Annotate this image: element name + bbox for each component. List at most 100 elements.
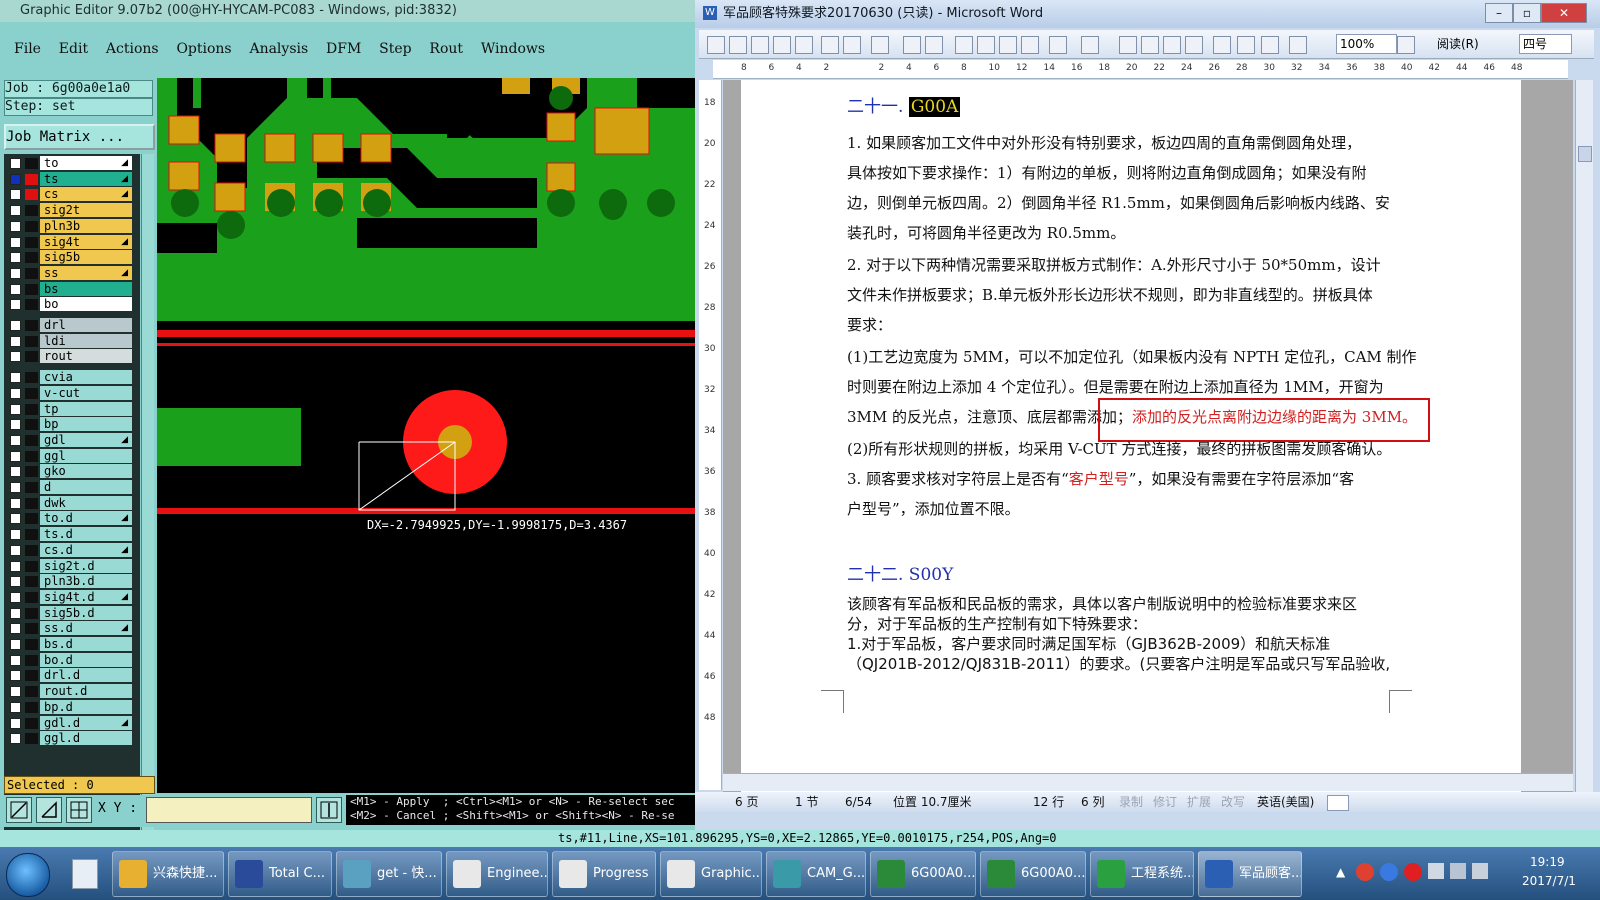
layer-row[interactable]: ss.d ◢	[4, 621, 140, 636]
start-button[interactable]	[6, 853, 50, 897]
layer-checkbox[interactable]	[10, 267, 21, 279]
layer-name[interactable]: gdl	[40, 432, 132, 447]
word-vertical-scrollbar[interactable]	[1575, 80, 1593, 792]
layer-name[interactable]: bp	[40, 417, 132, 432]
layer-name[interactable]: sig5b	[40, 250, 132, 265]
layer-name[interactable]: dwk	[40, 495, 132, 510]
layer-name[interactable]: tp	[40, 401, 132, 416]
taskbar-item[interactable]: 军品顾客...	[1198, 851, 1302, 897]
layer-row[interactable]: sig5b.d	[4, 605, 140, 621]
clock-time[interactable]: 19:19	[1530, 855, 1565, 869]
layer-checkbox[interactable]	[10, 497, 21, 509]
layer-name[interactable]: gko	[40, 464, 132, 479]
status-record[interactable]: 录制	[1119, 792, 1143, 812]
layer-checkbox[interactable]	[10, 299, 21, 311]
layer-checkbox[interactable]	[10, 403, 21, 415]
layer-checkbox[interactable]	[10, 387, 21, 399]
layer-checkbox[interactable]	[10, 639, 21, 650]
tray-expand-icon[interactable]: ▲	[1336, 865, 1345, 879]
layer-checkbox[interactable]	[10, 173, 21, 185]
layer-row[interactable]: drl	[4, 318, 140, 333]
show-hide-icon[interactable]	[1289, 36, 1307, 54]
document-map-icon[interactable]	[1261, 36, 1279, 54]
layer-checkbox[interactable]	[10, 434, 21, 446]
layer-row[interactable]: sig2t.d	[4, 558, 140, 574]
layer-checkbox[interactable]	[10, 236, 21, 248]
pcb-canvas[interactable]: DX=-2.7949925,DY=-1.9998175,D=3.4367	[157, 78, 695, 793]
layer-name[interactable]: ss.d	[40, 621, 132, 636]
xy-input[interactable]	[146, 797, 312, 823]
layer-name[interactable]: drl.d	[40, 668, 132, 683]
print-preview-icon[interactable]	[843, 36, 861, 54]
insert-excel-icon[interactable]	[1185, 36, 1203, 54]
layer-checkbox[interactable]	[10, 320, 21, 331]
status-overwrite[interactable]: 改写	[1221, 792, 1245, 812]
layer-checkbox[interactable]	[10, 623, 21, 635]
save-icon[interactable]	[751, 36, 769, 54]
layer-row[interactable]: ts ◢	[4, 171, 140, 187]
layer-row[interactable]: cs ◢	[4, 187, 140, 202]
paste-icon[interactable]	[999, 36, 1017, 54]
layer-row[interactable]: v-cut	[4, 385, 140, 401]
layer-name[interactable]: sig5b.d	[40, 605, 132, 620]
layer-checkbox[interactable]	[10, 717, 21, 729]
layer-row[interactable]: bs.d	[4, 637, 140, 652]
menu-dfm[interactable]: DFM	[326, 36, 361, 62]
layer-name[interactable]: sig4t	[40, 234, 132, 249]
layer-checkbox[interactable]	[10, 205, 21, 217]
tray-app-icon[interactable]	[1356, 863, 1374, 881]
new-document-icon[interactable]	[707, 36, 725, 54]
layer-row[interactable]: ggl	[4, 448, 140, 464]
layer-row[interactable]: sig4t ◢	[4, 234, 140, 250]
layer-row[interactable]: drl.d	[4, 668, 140, 683]
flag-icon[interactable]	[1428, 863, 1444, 879]
layer-row[interactable]: sig4t.d ◢	[4, 589, 140, 605]
layer-checkbox[interactable]	[10, 513, 21, 525]
line-tool-button[interactable]	[6, 797, 32, 823]
horizontal-ruler[interactable]: 8 6 4 2 2 4 6 8 10 12 14 16 18 20 22 24 26 28 30 32 34 36 38 40…	[713, 60, 1568, 79]
help-icon[interactable]	[1397, 36, 1415, 54]
format-painter-icon[interactable]	[1021, 36, 1039, 54]
layer-name[interactable]: ss	[40, 265, 132, 280]
layer-checkbox[interactable]	[10, 482, 21, 493]
angle-tool-button[interactable]	[36, 797, 62, 823]
copy-icon[interactable]	[977, 36, 995, 54]
columns-icon[interactable]	[1213, 36, 1231, 54]
document-area[interactable]: 二十一. G00A 1. 如果顾客加工文件中对外形没有特别要求，板边四周的直角需…	[723, 80, 1573, 792]
maximize-button[interactable]: ▫	[1513, 3, 1541, 23]
layer-name[interactable]: to	[40, 156, 132, 170]
layer-name[interactable]: rout.d	[40, 684, 132, 699]
taskbar-item[interactable]: Progress	[552, 851, 656, 897]
taskbar-item[interactable]: 6G00A0...	[870, 851, 976, 897]
layer-name[interactable]: ts	[40, 171, 132, 186]
layer-checkbox[interactable]	[10, 701, 21, 713]
layer-name[interactable]: to.d	[40, 511, 132, 526]
layer-name[interactable]: pln3b	[40, 218, 132, 233]
pinned-app-button[interactable]	[66, 853, 102, 893]
layer-row[interactable]: to ◢	[4, 156, 140, 171]
layer-row[interactable]: sig5b	[4, 250, 140, 265]
layer-row[interactable]: rout	[4, 349, 140, 364]
layer-name[interactable]: sig2t.d	[40, 558, 132, 573]
layer-checkbox[interactable]	[10, 189, 21, 201]
layer-checkbox[interactable]	[10, 560, 21, 572]
layer-checkbox[interactable]	[10, 283, 21, 295]
tray-app-icon[interactable]	[1380, 863, 1398, 881]
traditional-chinese-icon[interactable]	[871, 36, 889, 54]
menu-analysis[interactable]: Analysis	[249, 36, 308, 62]
taskbar-item[interactable]: get - 快...	[336, 851, 442, 897]
document-page[interactable]: 二十一. G00A 1. 如果顾客加工文件中对外形没有特别要求，板边四周的直角需…	[741, 80, 1521, 792]
layer-name[interactable]: ldi	[40, 333, 132, 348]
word-titlebar[interactable]: W 军品顾客特殊要求20170630 (只读) - Microsoft Word…	[695, 0, 1600, 28]
layer-row[interactable]: bp.d	[4, 699, 140, 715]
layer-checkbox[interactable]	[10, 220, 21, 232]
taskbar-item[interactable]: CAM_G...	[766, 851, 866, 897]
grid-tool-button[interactable]	[66, 797, 92, 823]
layer-checkbox[interactable]	[10, 607, 21, 619]
menu-actions[interactable]: Actions	[106, 36, 159, 62]
layer-checkbox[interactable]	[10, 419, 21, 431]
menu-edit[interactable]: Edit	[59, 36, 88, 62]
network-icon[interactable]	[1450, 863, 1466, 879]
word-horizontal-scrollbar[interactable]	[723, 773, 1573, 791]
layer-row[interactable]: gdl.d ◢	[4, 715, 140, 731]
